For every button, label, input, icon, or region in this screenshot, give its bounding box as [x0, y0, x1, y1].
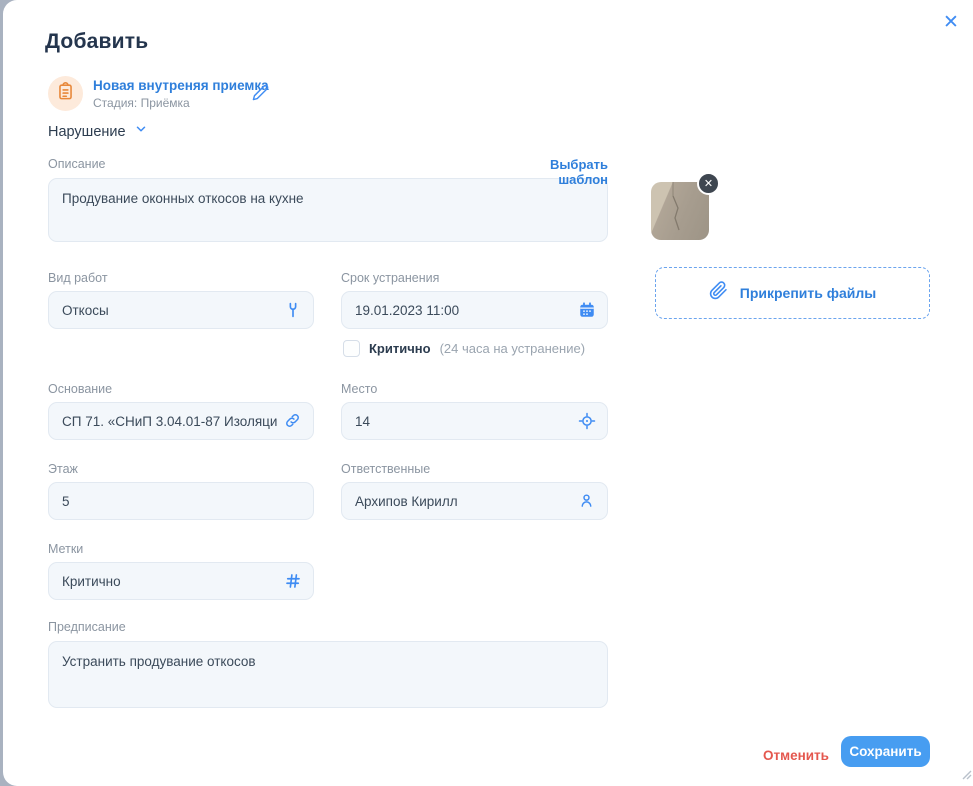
location-crosshair-icon[interactable]	[578, 412, 596, 430]
cancel-button[interactable]: Отменить	[755, 742, 837, 769]
hash-icon[interactable]	[284, 572, 302, 590]
tags-label: Метки	[48, 542, 314, 556]
responsible-field: Ответственные	[341, 462, 608, 520]
floor-field: Этаж	[48, 462, 314, 520]
prescription-input[interactable]: Устранить продувание откосов	[48, 641, 608, 708]
deadline-label: Срок устранения	[341, 271, 608, 285]
description-input[interactable]: Продувание оконных откосов на кухне	[48, 178, 608, 242]
save-button[interactable]: Сохранить	[841, 736, 930, 767]
critical-label: Критично	[369, 341, 431, 356]
attach-files-button[interactable]: Прикрепить файлы	[655, 267, 930, 319]
work-type-input[interactable]	[48, 291, 314, 329]
category-selector[interactable]: Нарушение	[48, 122, 148, 141]
entity-name-link[interactable]: Новая внутреняя приемка	[93, 78, 269, 93]
link-icon[interactable]	[284, 412, 302, 430]
edit-icon[interactable]	[252, 84, 269, 106]
entity-avatar	[48, 76, 83, 111]
basis-input[interactable]	[48, 402, 314, 440]
floor-input[interactable]	[48, 482, 314, 520]
dialog-title: Добавить	[45, 30, 148, 54]
calendar-icon[interactable]	[578, 301, 596, 319]
entity-stage: Стадия: Приёмка	[93, 96, 190, 110]
critical-checkbox[interactable]	[343, 340, 360, 357]
work-type-label: Вид работ	[48, 271, 314, 285]
tags-field: Метки	[48, 542, 314, 600]
prescription-field: Предписание Устранить продувание откосов	[48, 620, 608, 708]
responsible-input[interactable]	[341, 482, 608, 520]
critical-checkbox-row[interactable]: Критично (24 часа на устранение)	[343, 340, 585, 357]
resize-handle[interactable]	[960, 767, 972, 779]
choose-template-link[interactable]: Выбрать шаблон	[500, 157, 608, 187]
chevron-down-icon	[134, 122, 148, 141]
place-input[interactable]	[341, 402, 608, 440]
responsible-label: Ответственные	[341, 462, 608, 476]
clipboard-icon	[56, 82, 75, 106]
prescription-label: Предписание	[48, 620, 608, 634]
floor-label: Этаж	[48, 462, 314, 476]
close-icon[interactable]: ✕	[939, 11, 963, 35]
tags-input[interactable]	[48, 562, 314, 600]
remove-attachment-icon[interactable]: ✕	[697, 172, 720, 195]
place-label: Место	[341, 382, 608, 396]
deadline-field: Срок устранения	[341, 271, 608, 329]
basis-field: Основание	[48, 382, 314, 440]
category-label: Нарушение	[48, 124, 126, 140]
attachment-thumbnail[interactable]: ✕	[651, 182, 709, 240]
attach-files-label: Прикрепить файлы	[740, 285, 876, 301]
wrench-icon[interactable]	[284, 301, 302, 319]
basis-label: Основание	[48, 382, 314, 396]
add-dialog: Добавить ✕ Новая внутреняя приемка Стади…	[3, 0, 973, 786]
place-field: Место	[341, 382, 608, 440]
deadline-input[interactable]	[341, 291, 608, 329]
critical-hint: (24 часа на устранение)	[440, 341, 585, 356]
person-icon[interactable]	[578, 492, 596, 510]
paperclip-icon	[709, 281, 728, 305]
work-type-field: Вид работ	[48, 271, 314, 329]
